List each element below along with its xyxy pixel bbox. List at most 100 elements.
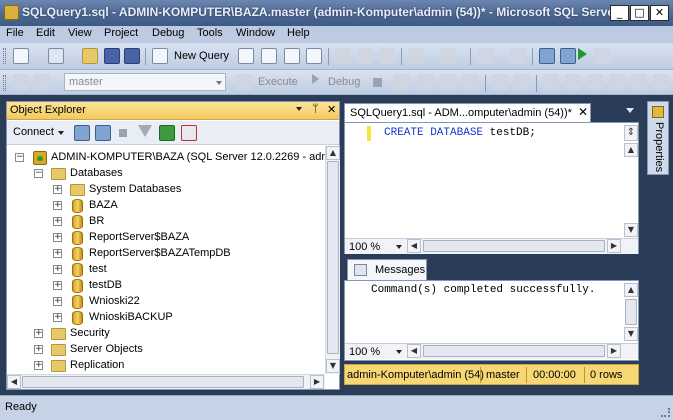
scroll-right-icon[interactable]: ▶ xyxy=(607,239,621,253)
uncomment-icon[interactable] xyxy=(631,74,647,90)
scroll-left-icon[interactable]: ◀ xyxy=(7,375,21,389)
database-engine-query-icon[interactable] xyxy=(238,48,254,64)
tree-node-database[interactable]: + BAZA xyxy=(7,198,325,214)
tree-node-database[interactable]: + test xyxy=(7,262,325,278)
results-to-file-icon[interactable] xyxy=(587,74,603,90)
query-editor[interactable]: CREATE DATABASE testDB; ⇕ ▲ ▼ 100 % ◀ ▶ xyxy=(344,122,639,254)
scroll-left-icon[interactable]: ◀ xyxy=(407,239,421,253)
execute-button[interactable]: Execute xyxy=(258,76,298,88)
add-item-icon[interactable] xyxy=(48,48,64,64)
toolbar-options-icon[interactable] xyxy=(594,48,610,64)
properties-side-tab[interactable]: Properties xyxy=(647,101,669,175)
menu-project[interactable]: Project xyxy=(104,27,138,39)
scroll-up-icon[interactable]: ▲ xyxy=(624,143,638,157)
redo-icon[interactable] xyxy=(440,48,456,64)
comment-icon[interactable] xyxy=(609,74,625,90)
expand-icon[interactable]: + xyxy=(53,265,62,274)
disconnect-icon[interactable] xyxy=(95,125,111,141)
stop-icon[interactable] xyxy=(119,129,127,137)
toolbar-options-icon[interactable] xyxy=(653,74,669,90)
tree-node-replication[interactable]: + Replication xyxy=(7,358,325,374)
menu-debug[interactable]: Debug xyxy=(152,27,184,39)
scroll-left-icon[interactable]: ◀ xyxy=(407,344,421,358)
display-plan-icon[interactable] xyxy=(418,74,434,90)
collapse-icon[interactable]: − xyxy=(15,153,24,162)
expand-icon[interactable]: + xyxy=(53,249,62,258)
tree-node-server[interactable]: − ADMIN-KOMPUTER\BAZA (SQL Server 12.0.2… xyxy=(7,150,325,166)
window-position-icon[interactable] xyxy=(296,107,302,111)
query-options-icon[interactable] xyxy=(440,74,456,90)
expand-icon[interactable]: + xyxy=(53,201,62,210)
tab-messages[interactable]: Messages xyxy=(347,259,427,280)
scroll-down-icon[interactable]: ▼ xyxy=(624,223,638,237)
menu-view[interactable]: View xyxy=(68,27,92,39)
refresh-icon[interactable] xyxy=(159,125,175,141)
menu-file[interactable]: File xyxy=(6,27,24,39)
new-project-icon[interactable] xyxy=(13,48,29,64)
connect-button[interactable]: Connect xyxy=(13,126,54,138)
results-to-text-icon[interactable] xyxy=(543,74,559,90)
start-icon[interactable] xyxy=(578,48,587,60)
resize-grip[interactable] xyxy=(661,408,670,417)
expand-icon[interactable]: + xyxy=(53,313,62,322)
scroll-right-icon[interactable]: ▶ xyxy=(607,344,621,358)
scrollbar-thumb[interactable] xyxy=(22,376,304,388)
zoom-level[interactable]: 100 % xyxy=(349,346,380,358)
parse-icon[interactable] xyxy=(394,74,410,90)
menu-tools[interactable]: Tools xyxy=(197,27,223,39)
chevron-down-icon[interactable] xyxy=(396,245,402,249)
toolbar-grip[interactable] xyxy=(3,48,6,64)
debug-button[interactable]: Debug xyxy=(328,76,360,88)
xmla-query-icon[interactable] xyxy=(284,48,300,64)
scrollbar-thumb[interactable] xyxy=(423,345,605,357)
navigate-icon[interactable] xyxy=(478,48,494,64)
cut-icon[interactable] xyxy=(335,48,351,64)
client-statistics-icon[interactable] xyxy=(514,74,530,90)
change-connection-icon[interactable] xyxy=(34,74,50,90)
tree-node-system-databases[interactable]: + System Databases xyxy=(7,182,325,198)
paste-icon[interactable] xyxy=(379,48,395,64)
expand-icon[interactable]: + xyxy=(34,329,43,338)
dmx-query-icon[interactable] xyxy=(306,48,322,64)
activity-monitor-icon[interactable] xyxy=(510,48,526,64)
menu-window[interactable]: Window xyxy=(236,27,275,39)
open-file-icon[interactable] xyxy=(82,48,98,64)
tree-node-security[interactable]: + Security xyxy=(7,326,325,342)
save-icon[interactable] xyxy=(104,48,120,64)
expand-icon[interactable]: + xyxy=(53,297,62,306)
maximize-button[interactable]: □ xyxy=(630,5,649,21)
expand-icon[interactable]: + xyxy=(34,345,43,354)
tree-node-server-objects[interactable]: + Server Objects xyxy=(7,342,325,358)
expand-icon[interactable]: + xyxy=(34,361,43,370)
tree-node-database[interactable]: + WnioskiBACKUP xyxy=(7,310,325,326)
filter-icon[interactable] xyxy=(138,125,152,137)
expand-icon[interactable]: + xyxy=(53,233,62,242)
query-text[interactable]: CREATE DATABASE testDB; xyxy=(384,127,536,139)
results-to-grid-icon[interactable] xyxy=(565,74,581,90)
toolbar-grip[interactable] xyxy=(3,75,6,91)
object-explorer-icon[interactable] xyxy=(560,48,576,64)
expand-icon[interactable]: + xyxy=(53,217,62,226)
object-explorer-vertical-scrollbar[interactable]: ▲ ▼ xyxy=(325,146,340,374)
menu-edit[interactable]: Edit xyxy=(36,27,55,39)
minimize-button[interactable]: _ xyxy=(610,5,629,21)
expand-icon[interactable]: + xyxy=(53,281,62,290)
close-icon[interactable]: ✕ xyxy=(327,103,336,116)
collapse-icon[interactable]: − xyxy=(34,169,43,178)
scrollbar-thumb[interactable] xyxy=(625,299,637,325)
scrollbar-thumb[interactable] xyxy=(327,161,339,354)
scroll-up-icon[interactable]: ▲ xyxy=(326,146,340,160)
pin-icon[interactable]: ᛘ xyxy=(312,103,319,115)
tree-node-databases[interactable]: − Databases xyxy=(7,166,325,182)
tab-list-chevron-icon[interactable] xyxy=(626,108,634,113)
tree-node-database[interactable]: + Wnioski22 xyxy=(7,294,325,310)
scroll-right-icon[interactable]: ▶ xyxy=(310,375,324,389)
chevron-down-icon[interactable] xyxy=(58,131,64,135)
scrollbar-thumb[interactable] xyxy=(423,240,605,252)
zoom-level[interactable]: 100 % xyxy=(349,241,380,253)
undo-icon[interactable] xyxy=(408,48,424,64)
new-query-button[interactable]: New Query xyxy=(174,50,229,62)
close-icon[interactable]: ✕ xyxy=(578,105,588,119)
stop-refresh-icon[interactable] xyxy=(181,125,197,141)
available-databases-select[interactable]: master xyxy=(64,73,226,91)
